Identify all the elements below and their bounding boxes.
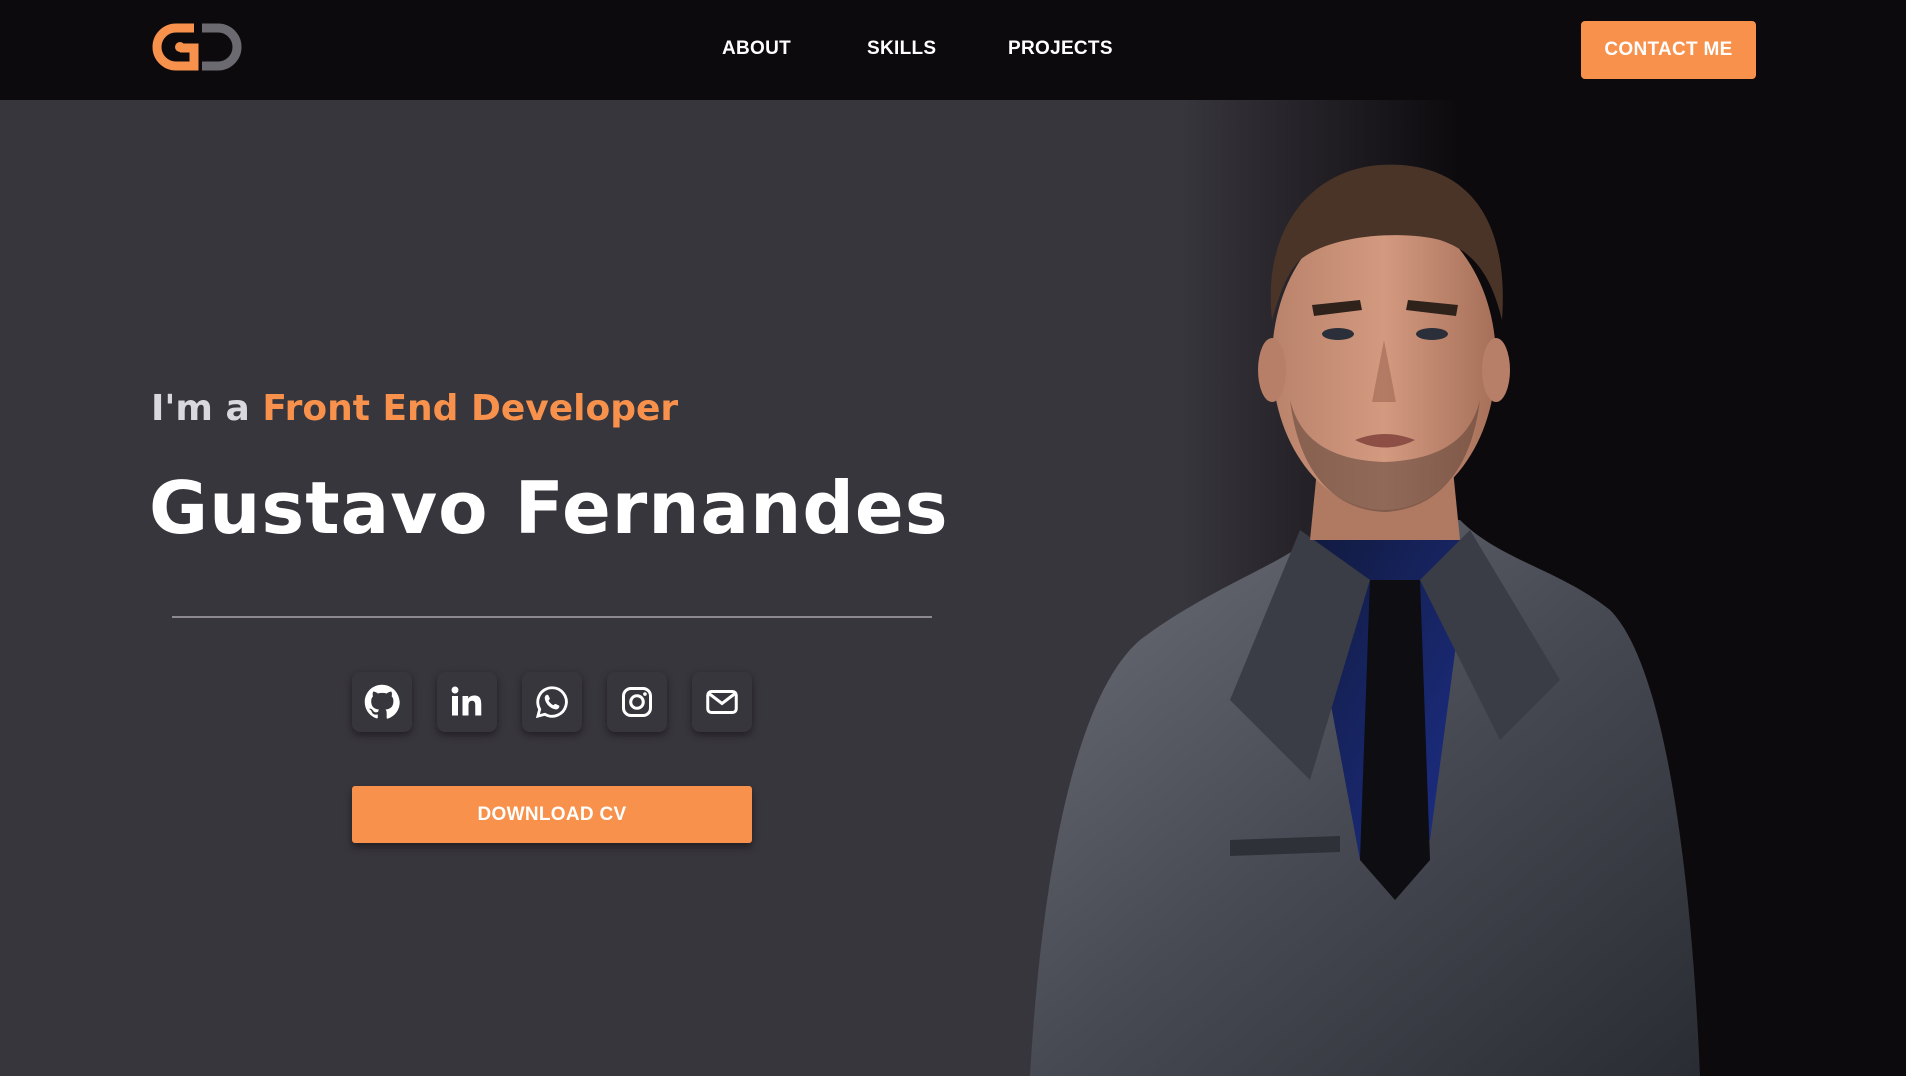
nav-skills-link[interactable]: SKILLS bbox=[867, 38, 936, 60]
email-link[interactable] bbox=[692, 672, 752, 732]
linkedin-icon bbox=[451, 686, 482, 716]
nav-about-link[interactable]: ABOUT bbox=[722, 38, 791, 60]
contact-me-button[interactable]: CONTACT ME bbox=[1581, 21, 1756, 79]
download-cv-button[interactable]: DOWNLOAD CV bbox=[352, 786, 752, 843]
whatsapp-icon bbox=[535, 686, 568, 719]
navbar: ABOUT SKILLS PROJECTS CONTACT ME bbox=[0, 0, 1906, 100]
github-icon bbox=[364, 684, 400, 719]
subtitle-role: Front End Developer bbox=[262, 388, 679, 429]
whatsapp-link[interactable] bbox=[522, 672, 582, 732]
portrait-photo bbox=[1030, 164, 1700, 1076]
divider bbox=[172, 616, 932, 618]
instagram-icon bbox=[622, 687, 652, 717]
hero-subtitle: I'm a Front End Developer bbox=[151, 388, 678, 429]
github-link[interactable] bbox=[352, 672, 412, 732]
subtitle-prefix: I'm a bbox=[151, 388, 250, 429]
email-icon bbox=[706, 690, 738, 714]
linkedin-link[interactable] bbox=[437, 672, 497, 732]
instagram-link[interactable] bbox=[607, 672, 667, 732]
hero-name: Gustavo Fernandes bbox=[149, 466, 949, 550]
nav-projects-link[interactable]: PROJECTS bbox=[1008, 38, 1113, 60]
